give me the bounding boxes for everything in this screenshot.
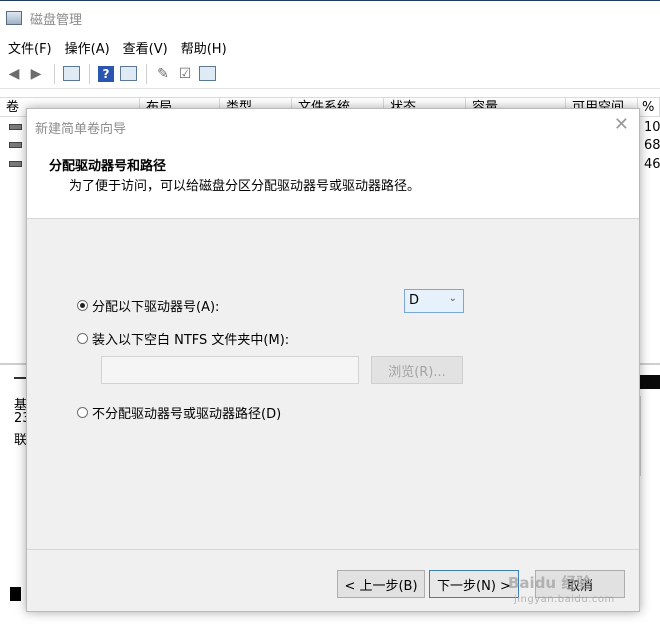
back-arrow-icon[interactable]: ◀ (4, 64, 24, 84)
toolbar-separator (54, 63, 55, 84)
baidu-jingyan-watermark: Baidu 经验 jingyan.baidu.com (508, 572, 638, 612)
column-percent-free[interactable]: % 可 (638, 98, 660, 117)
radio-button-checked[interactable] (77, 300, 88, 311)
radio-button[interactable] (77, 407, 88, 418)
watermark-text: Baidu 经验 (508, 574, 592, 592)
drive-icon (9, 124, 22, 130)
app-titlebar: 磁盘管理 (0, 1, 660, 35)
footer-divider (27, 549, 639, 550)
wizard-title: 新建简单卷向导 (35, 122, 127, 137)
disk-divider (14, 377, 26, 379)
partition-bar[interactable] (640, 375, 660, 389)
watermark-url: jingyan.baidu.com (514, 594, 615, 605)
wizard-header: 分配驱动器号和路径 为了便于访问，可以给磁盘分区分配驱动器号或驱动器路径。 (27, 143, 639, 219)
percent-free-value: 100 (644, 120, 660, 135)
radio-label-mount: 装入以下空白 NTFS 文件夹中(M): (92, 333, 290, 348)
folder-path-field[interactable] (101, 356, 359, 384)
disk-management-icon (6, 11, 22, 25)
drive-letter-value: D (409, 293, 420, 308)
drive-icon (9, 142, 22, 148)
wizard-subheading: 为了便于访问，可以给磁盘分区分配驱动器号或驱动器路径。 (69, 179, 421, 194)
radio-no-drive-letter[interactable]: 不分配驱动器号或驱动器路径(D) (77, 403, 281, 422)
settings-panel-icon[interactable] (197, 64, 217, 84)
help-icon[interactable]: ? (96, 64, 116, 84)
wizard-heading: 分配驱动器号和路径 (49, 159, 167, 174)
menu-help[interactable]: 帮助(H) (181, 38, 227, 57)
browse-button[interactable]: 浏览(R)... (371, 356, 463, 384)
menu-action[interactable]: 操作(A) (65, 38, 110, 57)
pane-divider (640, 396, 641, 476)
close-icon[interactable]: ✕ (614, 115, 629, 135)
next-button[interactable]: 下一步(N) > (429, 570, 519, 598)
app-title: 磁盘管理 (30, 12, 83, 28)
menu-view[interactable]: 查看(V) (123, 38, 168, 57)
back-button[interactable]: < 上一步(B) (337, 570, 425, 598)
wizard-titlebar: 新建简单卷向导 ✕ (27, 109, 639, 143)
unallocated-legend (10, 587, 21, 601)
checklist-icon[interactable]: ☑ (175, 64, 195, 84)
radio-mount-ntfs-folder[interactable]: 装入以下空白 NTFS 文件夹中(M): (77, 329, 289, 348)
percent-free-value: 46 (644, 157, 660, 172)
radio-label-assign: 分配以下驱动器号(A): (92, 300, 220, 315)
forward-arrow-icon[interactable]: ▶ (26, 64, 46, 84)
radio-assign-drive-letter[interactable]: 分配以下驱动器号(A): (77, 296, 219, 315)
radio-button[interactable] (77, 333, 88, 344)
properties-icon[interactable] (118, 64, 138, 84)
toolbar: ◀ ▶ ? ✎ ☑ (0, 59, 660, 89)
connect-icon[interactable]: ✎ (153, 64, 173, 84)
drive-icon (9, 161, 22, 167)
menu-file[interactable]: 文件(F) (8, 38, 52, 57)
new-simple-volume-wizard: 新建简单卷向导 ✕ 分配驱动器号和路径 为了便于访问，可以给磁盘分区分配驱动器号… (26, 108, 640, 612)
console-tree-icon[interactable] (61, 64, 81, 84)
chevron-down-icon: ⌄ (448, 293, 457, 304)
radio-label-none: 不分配驱动器号或驱动器路径(D) (92, 407, 282, 422)
drive-letter-select[interactable]: D ⌄ (404, 289, 464, 313)
menu-bar: 文件(F) 操作(A) 查看(V) 帮助(H) (0, 35, 660, 59)
toolbar-separator (89, 63, 90, 84)
toolbar-separator (146, 63, 147, 84)
percent-free-value: 68 (644, 138, 660, 153)
